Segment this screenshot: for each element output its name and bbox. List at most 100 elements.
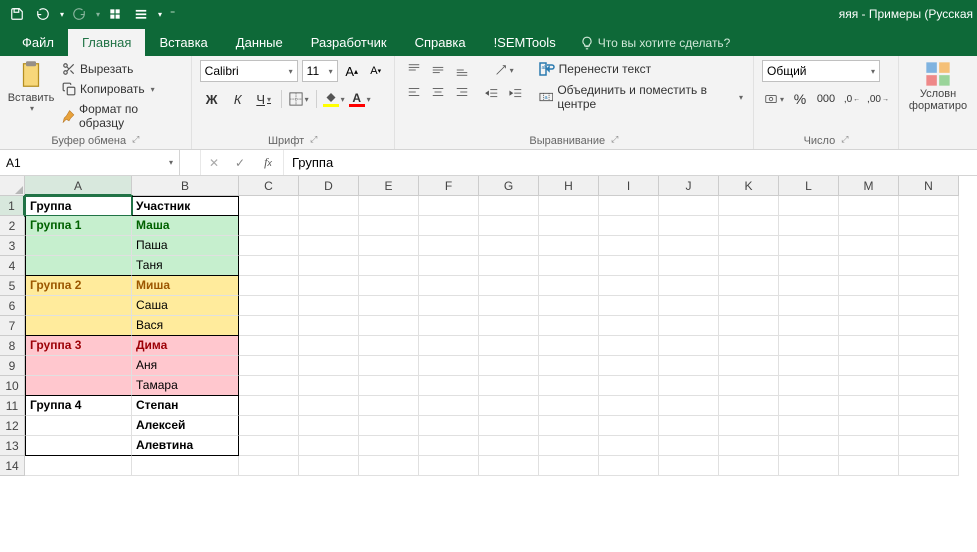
cell[interactable] [659,276,719,296]
cell[interactable] [419,256,479,276]
column-header[interactable]: M [839,176,899,196]
increase-font-icon[interactable]: A▴ [342,61,362,81]
cell[interactable] [299,296,359,316]
cell[interactable] [659,316,719,336]
column-header[interactable]: G [479,176,539,196]
font-color-button[interactable]: А▾ [348,88,372,110]
qat-custom2-icon[interactable] [130,3,152,25]
row-header[interactable]: 3 [0,236,25,256]
percent-button[interactable]: % [788,88,812,110]
row-header[interactable]: 8 [0,336,25,356]
orientation-button[interactable]: ▾ [481,60,527,80]
cell[interactable] [479,236,539,256]
insert-function-icon[interactable]: fx [253,150,283,175]
cell[interactable]: Тамара [132,376,239,396]
cell[interactable] [599,196,659,216]
cell[interactable] [539,276,599,296]
align-top-icon[interactable] [403,60,425,80]
redo-icon[interactable] [68,3,90,25]
cell[interactable] [719,436,779,456]
decrease-indent-icon[interactable] [481,84,503,104]
cell[interactable] [779,316,839,336]
column-header[interactable]: D [299,176,359,196]
cell[interactable]: Алевтина [132,436,239,456]
chevron-down-icon[interactable]: ▾ [96,10,100,19]
cell[interactable] [359,296,419,316]
cell[interactable]: Таня [132,256,239,276]
cell[interactable] [779,376,839,396]
cell[interactable] [839,436,899,456]
column-header[interactable]: A [25,176,132,196]
cell[interactable] [779,336,839,356]
cell[interactable] [359,276,419,296]
cell[interactable] [839,216,899,236]
cell[interactable] [539,256,599,276]
cell[interactable] [659,236,719,256]
cell[interactable] [539,416,599,436]
paste-button[interactable]: Вставить ▾ [8,60,54,133]
cell[interactable] [899,336,959,356]
cell[interactable] [132,456,239,476]
cell[interactable] [419,376,479,396]
cell[interactable] [299,416,359,436]
cell[interactable] [779,356,839,376]
cell[interactable] [899,416,959,436]
save-icon[interactable] [6,3,28,25]
cell[interactable] [599,336,659,356]
cell[interactable] [479,216,539,236]
cell[interactable]: Миша [132,276,239,296]
cell[interactable] [479,396,539,416]
cell[interactable] [419,316,479,336]
cell[interactable] [599,456,659,476]
cell[interactable] [359,376,419,396]
cell[interactable] [719,216,779,236]
cell[interactable] [25,416,132,436]
cell[interactable] [539,376,599,396]
cell[interactable] [25,256,132,276]
cell[interactable] [659,436,719,456]
cell[interactable] [599,356,659,376]
number-format-combo[interactable]: Общий▾ [762,60,880,82]
cell[interactable] [539,396,599,416]
select-all-corner[interactable] [0,176,25,196]
align-right-icon[interactable] [451,82,473,102]
cell[interactable] [539,296,599,316]
cell[interactable] [599,236,659,256]
cell[interactable] [479,256,539,276]
tab-developer[interactable]: Разработчик [297,29,401,56]
cell[interactable] [239,276,299,296]
cell[interactable] [839,316,899,336]
cell[interactable]: Аня [132,356,239,376]
cell[interactable] [299,216,359,236]
cell[interactable] [479,416,539,436]
cell[interactable] [359,196,419,216]
row-header[interactable]: 12 [0,416,25,436]
cell[interactable] [719,276,779,296]
cell[interactable]: Паша [132,236,239,256]
column-header[interactable]: C [239,176,299,196]
cell[interactable] [239,256,299,276]
dialog-launcher-icon[interactable]: ⤢ [132,134,139,145]
cell[interactable] [779,296,839,316]
name-box[interactable]: A1▾ [0,150,180,175]
font-size-combo[interactable]: 11▾ [302,60,338,82]
cell[interactable] [299,436,359,456]
cut-button[interactable]: Вырезать [58,60,183,78]
cell[interactable] [839,356,899,376]
cell[interactable] [899,436,959,456]
italic-button[interactable]: К [226,88,250,110]
cell[interactable]: Группа 1 [25,216,132,236]
cell[interactable] [899,356,959,376]
wrap-text-button[interactable]: abПеренести текст [537,60,745,78]
cell[interactable] [659,376,719,396]
row-header[interactable]: 4 [0,256,25,276]
cell[interactable] [419,436,479,456]
borders-button[interactable]: ▾ [287,88,311,110]
cell[interactable] [419,416,479,436]
row-header[interactable]: 11 [0,396,25,416]
cell[interactable] [779,456,839,476]
cell[interactable] [239,416,299,436]
cell[interactable] [899,376,959,396]
row-header[interactable]: 7 [0,316,25,336]
cell[interactable] [539,436,599,456]
